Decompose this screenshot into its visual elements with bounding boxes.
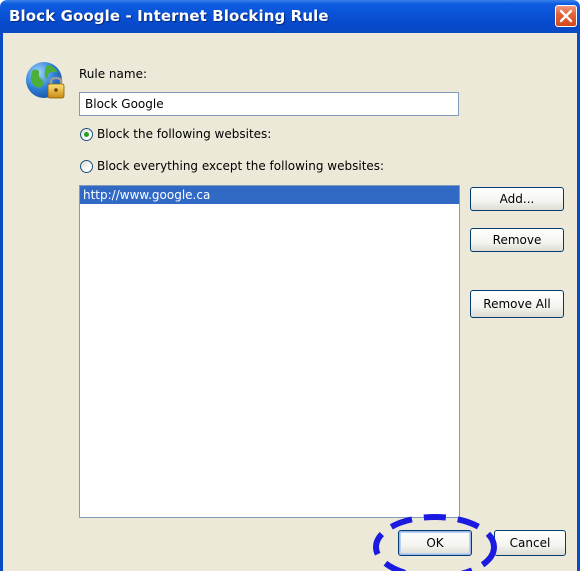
dialog-window: Block Google - Internet Blocking Rule Ru… bbox=[0, 0, 580, 571]
block-except-radio[interactable] bbox=[80, 159, 93, 173]
block-following-label: Block the following websites: bbox=[97, 127, 272, 141]
close-button[interactable] bbox=[555, 5, 577, 27]
list-item[interactable]: http://www.google.ca bbox=[80, 186, 459, 204]
add-button[interactable]: Add... bbox=[470, 187, 564, 211]
ok-button[interactable]: OK bbox=[398, 530, 472, 556]
close-icon bbox=[559, 9, 573, 23]
cancel-button[interactable]: Cancel bbox=[494, 530, 566, 556]
globe-lock-icon bbox=[26, 62, 65, 99]
remove-button[interactable]: Remove bbox=[470, 228, 564, 252]
block-except-option[interactable]: Block everything except the following we… bbox=[80, 159, 384, 173]
websites-list[interactable]: http://www.google.ca bbox=[79, 185, 460, 518]
remove-all-button[interactable]: Remove All bbox=[470, 290, 564, 318]
rule-name-input[interactable] bbox=[79, 92, 459, 116]
block-except-label: Block everything except the following we… bbox=[97, 159, 385, 173]
rule-name-label: Rule name: bbox=[79, 67, 148, 81]
title-bar[interactable]: Block Google - Internet Blocking Rule bbox=[0, 0, 580, 33]
window-title: Block Google - Internet Blocking Rule bbox=[9, 7, 329, 25]
block-following-option[interactable]: Block the following websites: bbox=[80, 127, 271, 141]
block-following-radio[interactable] bbox=[80, 127, 93, 141]
